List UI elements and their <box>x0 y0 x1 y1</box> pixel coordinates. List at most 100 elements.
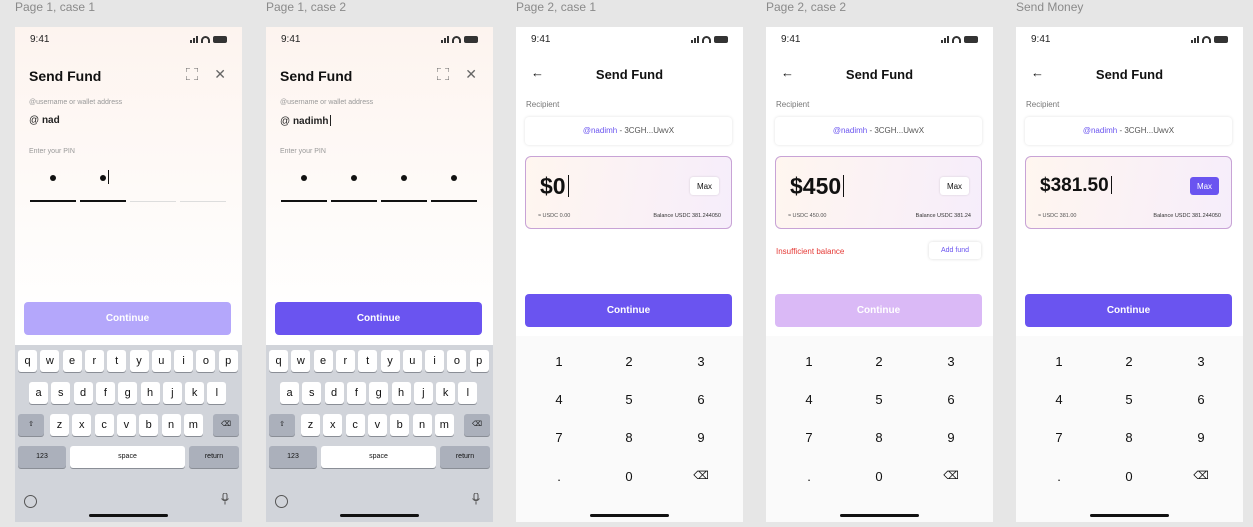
emoji-icon[interactable] <box>24 495 37 508</box>
key-d[interactable]: d <box>324 382 344 404</box>
key-u[interactable]: u <box>151 350 171 372</box>
numpad-key-2[interactable]: 2 <box>599 354 659 369</box>
key-q[interactable]: q <box>18 350 37 372</box>
numpad-key-6[interactable]: 6 <box>921 392 981 407</box>
key-n[interactable]: n <box>412 414 432 436</box>
return-key[interactable]: return <box>189 446 239 468</box>
key-s[interactable]: s <box>51 382 71 404</box>
key-t[interactable]: t <box>358 350 378 372</box>
amount-card[interactable]: $450 Max ≈ USDC 450.00 Balance USDC 381.… <box>775 156 982 229</box>
numbers-key[interactable]: 123 <box>269 446 317 468</box>
key-j[interactable]: j <box>162 382 182 404</box>
key-p[interactable]: p <box>469 350 489 372</box>
key-a[interactable]: a <box>280 382 299 404</box>
key-w[interactable]: w <box>40 350 60 372</box>
key-g[interactable]: g <box>118 382 138 404</box>
recipient-field[interactable]: @nadimh - 3CGH...UwvX <box>775 117 982 145</box>
numpad-key-dot[interactable]: . <box>1029 469 1089 484</box>
numpad-key-8[interactable]: 8 <box>849 430 909 445</box>
continue-button[interactable]: Continue <box>24 302 231 335</box>
key-v[interactable]: v <box>367 414 387 436</box>
key-j[interactable]: j <box>413 382 433 404</box>
numpad-key-6[interactable]: 6 <box>1171 392 1231 407</box>
pin-digit-3[interactable] <box>130 172 176 202</box>
key-x[interactable]: x <box>323 414 343 436</box>
shift-key[interactable]: ⇧ <box>18 414 44 436</box>
pin-digit-2[interactable] <box>80 170 126 202</box>
add-fund-button[interactable]: Add fund <box>929 242 981 259</box>
numpad-delete-key[interactable]: ⌫ <box>1171 469 1231 482</box>
key-f[interactable]: f <box>346 382 366 404</box>
key-m[interactable]: m <box>183 414 203 436</box>
key-s[interactable]: s <box>302 382 322 404</box>
return-key[interactable]: return <box>440 446 490 468</box>
numpad-key-3[interactable]: 3 <box>671 354 731 369</box>
key-o[interactable]: o <box>196 350 216 372</box>
key-a[interactable]: a <box>29 382 48 404</box>
numpad-key-5[interactable]: 5 <box>599 392 659 407</box>
numpad-key-0[interactable]: 0 <box>849 469 909 484</box>
numpad-key-4[interactable]: 4 <box>779 392 839 407</box>
key-c[interactable]: c <box>94 414 114 436</box>
continue-button[interactable]: Continue <box>775 294 982 327</box>
numbers-key[interactable]: 123 <box>18 446 66 468</box>
numpad-key-7[interactable]: 7 <box>779 430 839 445</box>
numpad-key-2[interactable]: 2 <box>849 354 909 369</box>
numpad-key-1[interactable]: 1 <box>529 354 589 369</box>
pin-digit-2[interactable] <box>331 172 377 202</box>
delete-key[interactable]: ⌫ <box>464 414 490 436</box>
key-y[interactable]: y <box>129 350 149 372</box>
pin-digit-1[interactable] <box>281 172 327 202</box>
key-c[interactable]: c <box>345 414 365 436</box>
continue-button[interactable]: Continue <box>1025 294 1232 327</box>
pin-digit-1[interactable] <box>30 172 76 202</box>
key-l[interactable]: l <box>458 382 478 404</box>
key-e[interactable]: e <box>62 350 82 372</box>
numpad-key-3[interactable]: 3 <box>1171 354 1231 369</box>
numpad-key-dot[interactable]: . <box>779 469 839 484</box>
key-m[interactable]: m <box>434 414 454 436</box>
key-t[interactable]: t <box>107 350 127 372</box>
recipient-field[interactable]: @nadimh - 3CGH...UwvX <box>525 117 732 145</box>
numpad-key-4[interactable]: 4 <box>1029 392 1089 407</box>
space-key[interactable]: space <box>70 446 185 468</box>
key-q[interactable]: q <box>269 350 288 372</box>
key-k[interactable]: k <box>436 382 456 404</box>
key-i[interactable]: i <box>425 350 445 372</box>
pin-digit-4[interactable] <box>431 172 477 202</box>
space-key[interactable]: space <box>321 446 436 468</box>
numpad-key-6[interactable]: 6 <box>671 392 731 407</box>
microphone-icon[interactable] <box>472 492 480 508</box>
key-z[interactable]: z <box>301 414 320 436</box>
key-h[interactable]: h <box>391 382 411 404</box>
key-v[interactable]: v <box>116 414 136 436</box>
max-button[interactable]: Max <box>690 177 719 195</box>
amount-card[interactable]: $381.50 Max ≈ USDC 381.00 Balance USDC 3… <box>1025 156 1232 229</box>
key-k[interactable]: k <box>185 382 205 404</box>
key-x[interactable]: x <box>72 414 92 436</box>
max-button[interactable]: Max <box>1190 177 1219 195</box>
amount-card[interactable]: $0 Max ≈ USDC 0.00 Balance USDC 381.2440… <box>525 156 732 229</box>
close-icon[interactable]: ✕ <box>465 66 477 83</box>
key-z[interactable]: z <box>50 414 69 436</box>
numpad-key-1[interactable]: 1 <box>1029 354 1089 369</box>
numpad-key-4[interactable]: 4 <box>529 392 589 407</box>
key-l[interactable]: l <box>207 382 227 404</box>
key-n[interactable]: n <box>161 414 181 436</box>
numpad-key-9[interactable]: 9 <box>921 430 981 445</box>
numpad-key-7[interactable]: 7 <box>1029 430 1089 445</box>
key-e[interactable]: e <box>313 350 333 372</box>
key-f[interactable]: f <box>95 382 115 404</box>
numpad-key-2[interactable]: 2 <box>1099 354 1159 369</box>
close-icon[interactable]: ✕ <box>214 66 226 83</box>
numpad-delete-key[interactable]: ⌫ <box>671 469 731 482</box>
numpad-key-0[interactable]: 0 <box>1099 469 1159 484</box>
numpad-key-dot[interactable]: . <box>529 469 589 484</box>
recipient-field[interactable]: @nadimh - 3CGH...UwvX <box>1025 117 1232 145</box>
numpad-key-3[interactable]: 3 <box>921 354 981 369</box>
key-p[interactable]: p <box>218 350 238 372</box>
numpad-key-8[interactable]: 8 <box>1099 430 1159 445</box>
max-button[interactable]: Max <box>940 177 969 195</box>
numpad-key-0[interactable]: 0 <box>599 469 659 484</box>
numpad-key-9[interactable]: 9 <box>1171 430 1231 445</box>
